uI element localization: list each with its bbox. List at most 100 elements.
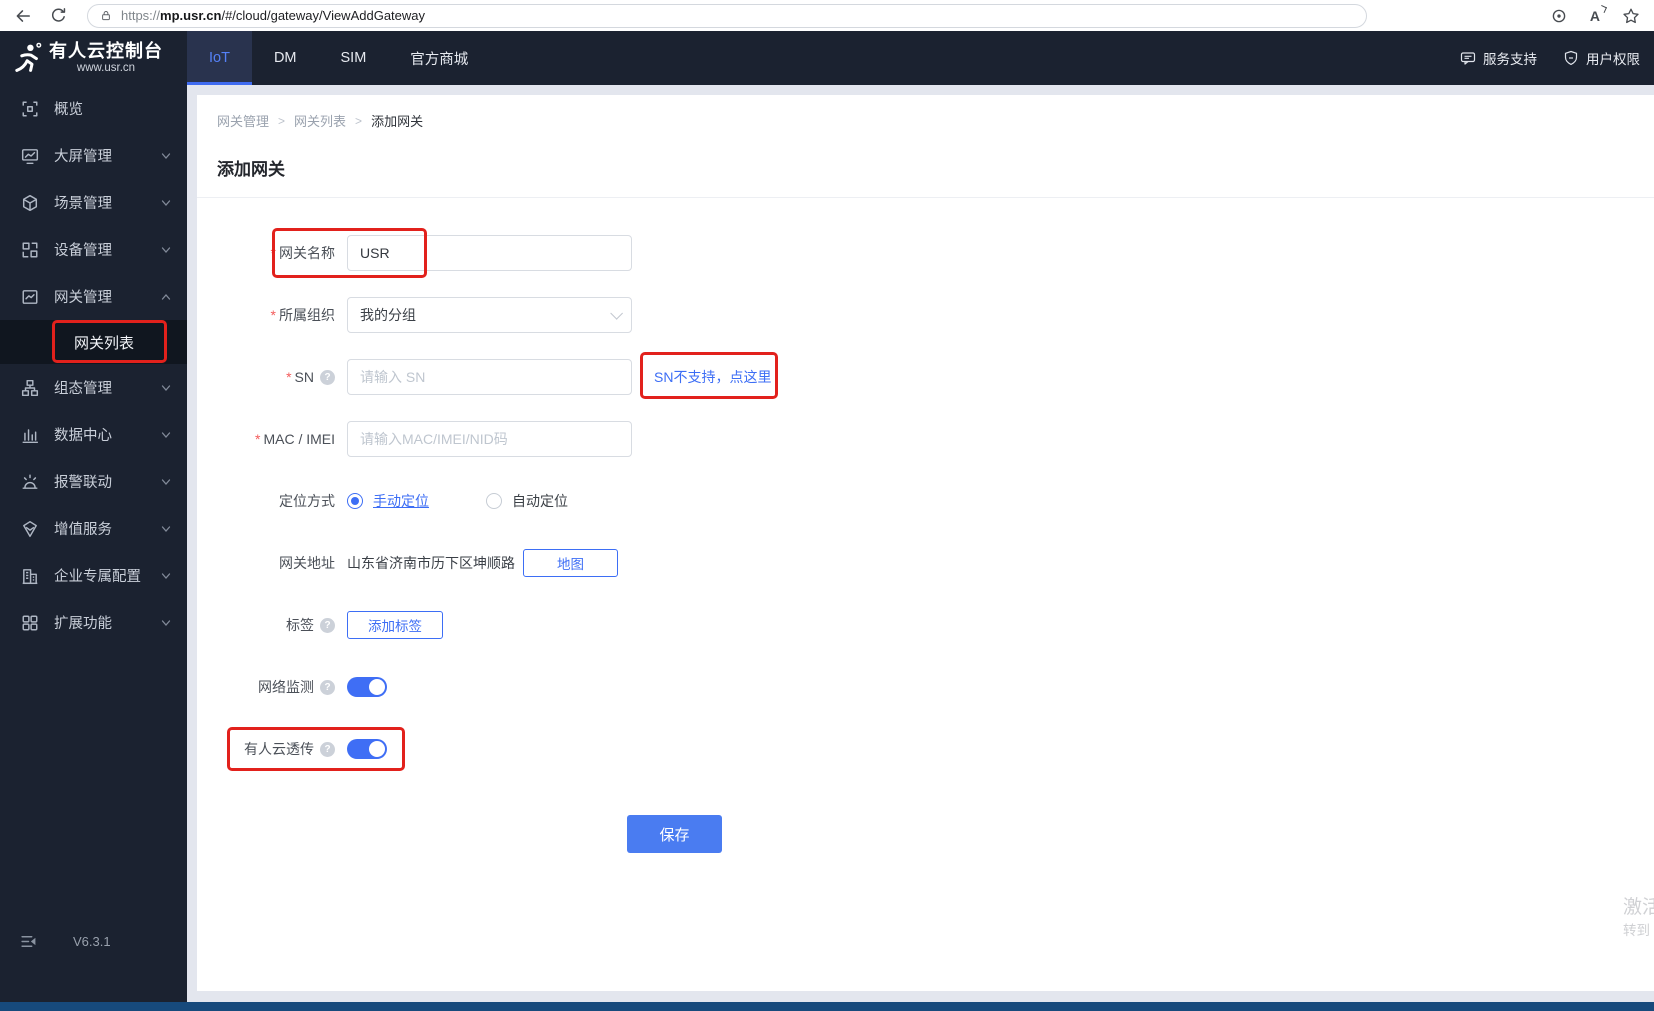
sidebar-item-alarm-linkage[interactable]: 报警联动: [0, 458, 187, 505]
user-permission[interactable]: 用户权限: [1563, 48, 1640, 68]
sidebar-item-label: 增值服务: [54, 522, 112, 538]
user-permission-label: 用户权限: [1586, 52, 1640, 67]
sidebar-item-scada-mgmt[interactable]: 组态管理: [0, 364, 187, 411]
location-mode-row: 定位方式 手动定位 自动定位: [227, 483, 1654, 519]
sidebar-item-gateway-list[interactable]: 网关列表: [0, 320, 187, 364]
favorites-star-icon[interactable]: [1622, 7, 1640, 25]
lock-icon: [100, 9, 112, 22]
sn-label: * SN ?: [227, 369, 335, 385]
chevron-down-icon: [610, 306, 623, 320]
sidebar-item-label: 网关管理: [54, 290, 112, 306]
help-icon[interactable]: ?: [320, 679, 335, 695]
radio-auto-location[interactable]: 自动定位: [486, 491, 568, 511]
overview-icon: [21, 100, 39, 118]
sidebar-item-overview[interactable]: 概览: [0, 85, 187, 132]
sitemap-icon: [21, 379, 39, 397]
service-support[interactable]: 服务支持: [1460, 48, 1537, 68]
logo-text: 有人云控制台 www.usr.cn: [49, 41, 163, 75]
breadcrumb-gateway-mgmt[interactable]: 网关管理: [217, 111, 269, 130]
logo[interactable]: 有人云控制台 www.usr.cn: [0, 31, 187, 85]
url-protocol: https://: [121, 8, 161, 23]
required-mark: *: [286, 369, 292, 385]
sidebar-item-label: 报警联动: [54, 475, 112, 491]
chat-bubble-icon: [1460, 50, 1476, 66]
activate-windows-watermark: 激活 转到: [1623, 895, 1654, 941]
browser-chrome: https://mp.usr.cn/#/cloud/gateway/ViewAd…: [0, 0, 1654, 31]
tab-sim[interactable]: SIM: [319, 31, 389, 85]
network-monitor-label: 网络监测 ?: [227, 677, 335, 697]
breadcrumb-separator: >: [355, 113, 363, 128]
collapse-sidebar-icon[interactable]: [20, 933, 37, 950]
mac-imei-label: * MAC / IMEI: [254, 431, 335, 447]
sidebar-item-label: 组态管理: [54, 381, 112, 397]
header-tabs: IoT DM SIM 官方商城: [187, 31, 490, 85]
diamond-badge-icon: [21, 520, 39, 538]
url-path: /#/cloud/gateway/ViewAddGateway: [221, 8, 426, 23]
read-aloud-icon[interactable]: A: [1590, 9, 1600, 23]
help-icon[interactable]: ?: [320, 617, 335, 633]
chevron-down-icon: [161, 618, 171, 628]
sidebar-item-enterprise-config[interactable]: 企业专属配置: [0, 552, 187, 599]
logo-title: 有人云控制台: [49, 41, 163, 61]
tab-official-store[interactable]: 官方商城: [388, 31, 490, 85]
sidebar-item-device-mgmt[interactable]: 设备管理: [0, 226, 187, 273]
chevron-down-icon: [161, 524, 171, 534]
mac-imei-input[interactable]: [347, 421, 632, 457]
radio-manual-location[interactable]: 手动定位: [347, 491, 429, 511]
browser-refresh-icon[interactable]: [50, 7, 67, 24]
location-icon[interactable]: [1550, 7, 1568, 25]
content-panel: 网关管理 > 网关列表 > 添加网关 添加网关 * 网关名称 * 所属组织: [197, 95, 1654, 991]
gateway-address-value: 山东省济南市历下区坤顺路: [347, 555, 515, 571]
browser-actions: A: [1550, 7, 1640, 25]
sidebar-item-label: 大屏管理: [54, 149, 112, 165]
sidebar-item-screen-mgmt[interactable]: 大屏管理: [0, 132, 187, 179]
sn-input[interactable]: [347, 359, 632, 395]
sidebar-item-label: 概览: [54, 102, 83, 118]
sidebar-subitem-label: 网关列表: [74, 334, 135, 352]
save-button[interactable]: 保存: [627, 815, 722, 853]
sidebar-item-extensions[interactable]: 扩展功能: [0, 599, 187, 646]
sidebar-item-scene-mgmt[interactable]: 场景管理: [0, 179, 187, 226]
cloud-passthrough-label: 有人云透传 ?: [227, 739, 335, 759]
help-icon[interactable]: ?: [320, 741, 335, 757]
add-tag-button[interactable]: 添加标签: [347, 611, 443, 639]
version-label: V6.3.1: [73, 934, 111, 949]
alarm-siren-icon: [21, 473, 39, 491]
radio-label: 自动定位: [512, 493, 568, 509]
chevron-up-icon: [161, 292, 171, 302]
browser-back-icon[interactable]: [14, 7, 32, 25]
app-header: 有人云控制台 www.usr.cn IoT DM SIM 官方商城 服务支持 用…: [0, 31, 1654, 85]
url-text: https://mp.usr.cn/#/cloud/gateway/ViewAd…: [121, 8, 425, 23]
help-icon[interactable]: ?: [320, 369, 335, 385]
sidebar-item-gateway-mgmt[interactable]: 网关管理: [0, 273, 187, 320]
network-monitor-toggle-on[interactable]: [347, 677, 387, 697]
gateway-address-row: 网关地址 山东省济南市历下区坤顺路 地图: [227, 545, 1654, 581]
chevron-down-icon: [161, 571, 171, 581]
gateway-name-input[interactable]: [347, 235, 632, 271]
sn-not-supported-link[interactable]: SN不支持，点这里: [640, 352, 778, 399]
tab-iot[interactable]: IoT: [187, 31, 252, 85]
required-mark: *: [254, 431, 261, 447]
chevron-down-icon: [161, 383, 171, 393]
logo-subtitle: www.usr.cn: [76, 62, 136, 74]
organization-selected-value: 我的分组: [360, 307, 416, 323]
sidebar-item-data-center[interactable]: 数据中心: [0, 411, 187, 458]
page-title: 添加网关: [217, 160, 285, 179]
breadcrumb-gateway-list[interactable]: 网关列表: [294, 111, 346, 130]
organization-label: * 所属组织: [270, 307, 335, 323]
radio-unselected-icon: [486, 493, 502, 509]
chevron-down-icon: [161, 151, 171, 161]
sn-row: * SN ? SN不支持，点这里: [227, 352, 1654, 399]
sidebar-item-label: 场景管理: [54, 196, 112, 212]
required-mark: *: [270, 245, 276, 261]
sidebar-item-label: 数据中心: [54, 428, 112, 444]
sidebar-item-label: 扩展功能: [54, 616, 112, 632]
organization-select[interactable]: 我的分组: [347, 297, 632, 333]
sidebar: 概览 大屏管理 场景管理 设备管理 网关管理 网关列表 组态管理 数据中心 报警…: [0, 85, 187, 1002]
sidebar-item-value-added[interactable]: 增值服务: [0, 505, 187, 552]
address-bar[interactable]: https://mp.usr.cn/#/cloud/gateway/ViewAd…: [87, 3, 1367, 28]
map-button[interactable]: 地图: [523, 549, 618, 577]
tab-dm[interactable]: DM: [252, 31, 319, 85]
mac-imei-row: * MAC / IMEI: [227, 421, 1654, 457]
cloud-passthrough-toggle-on[interactable]: [347, 739, 387, 759]
